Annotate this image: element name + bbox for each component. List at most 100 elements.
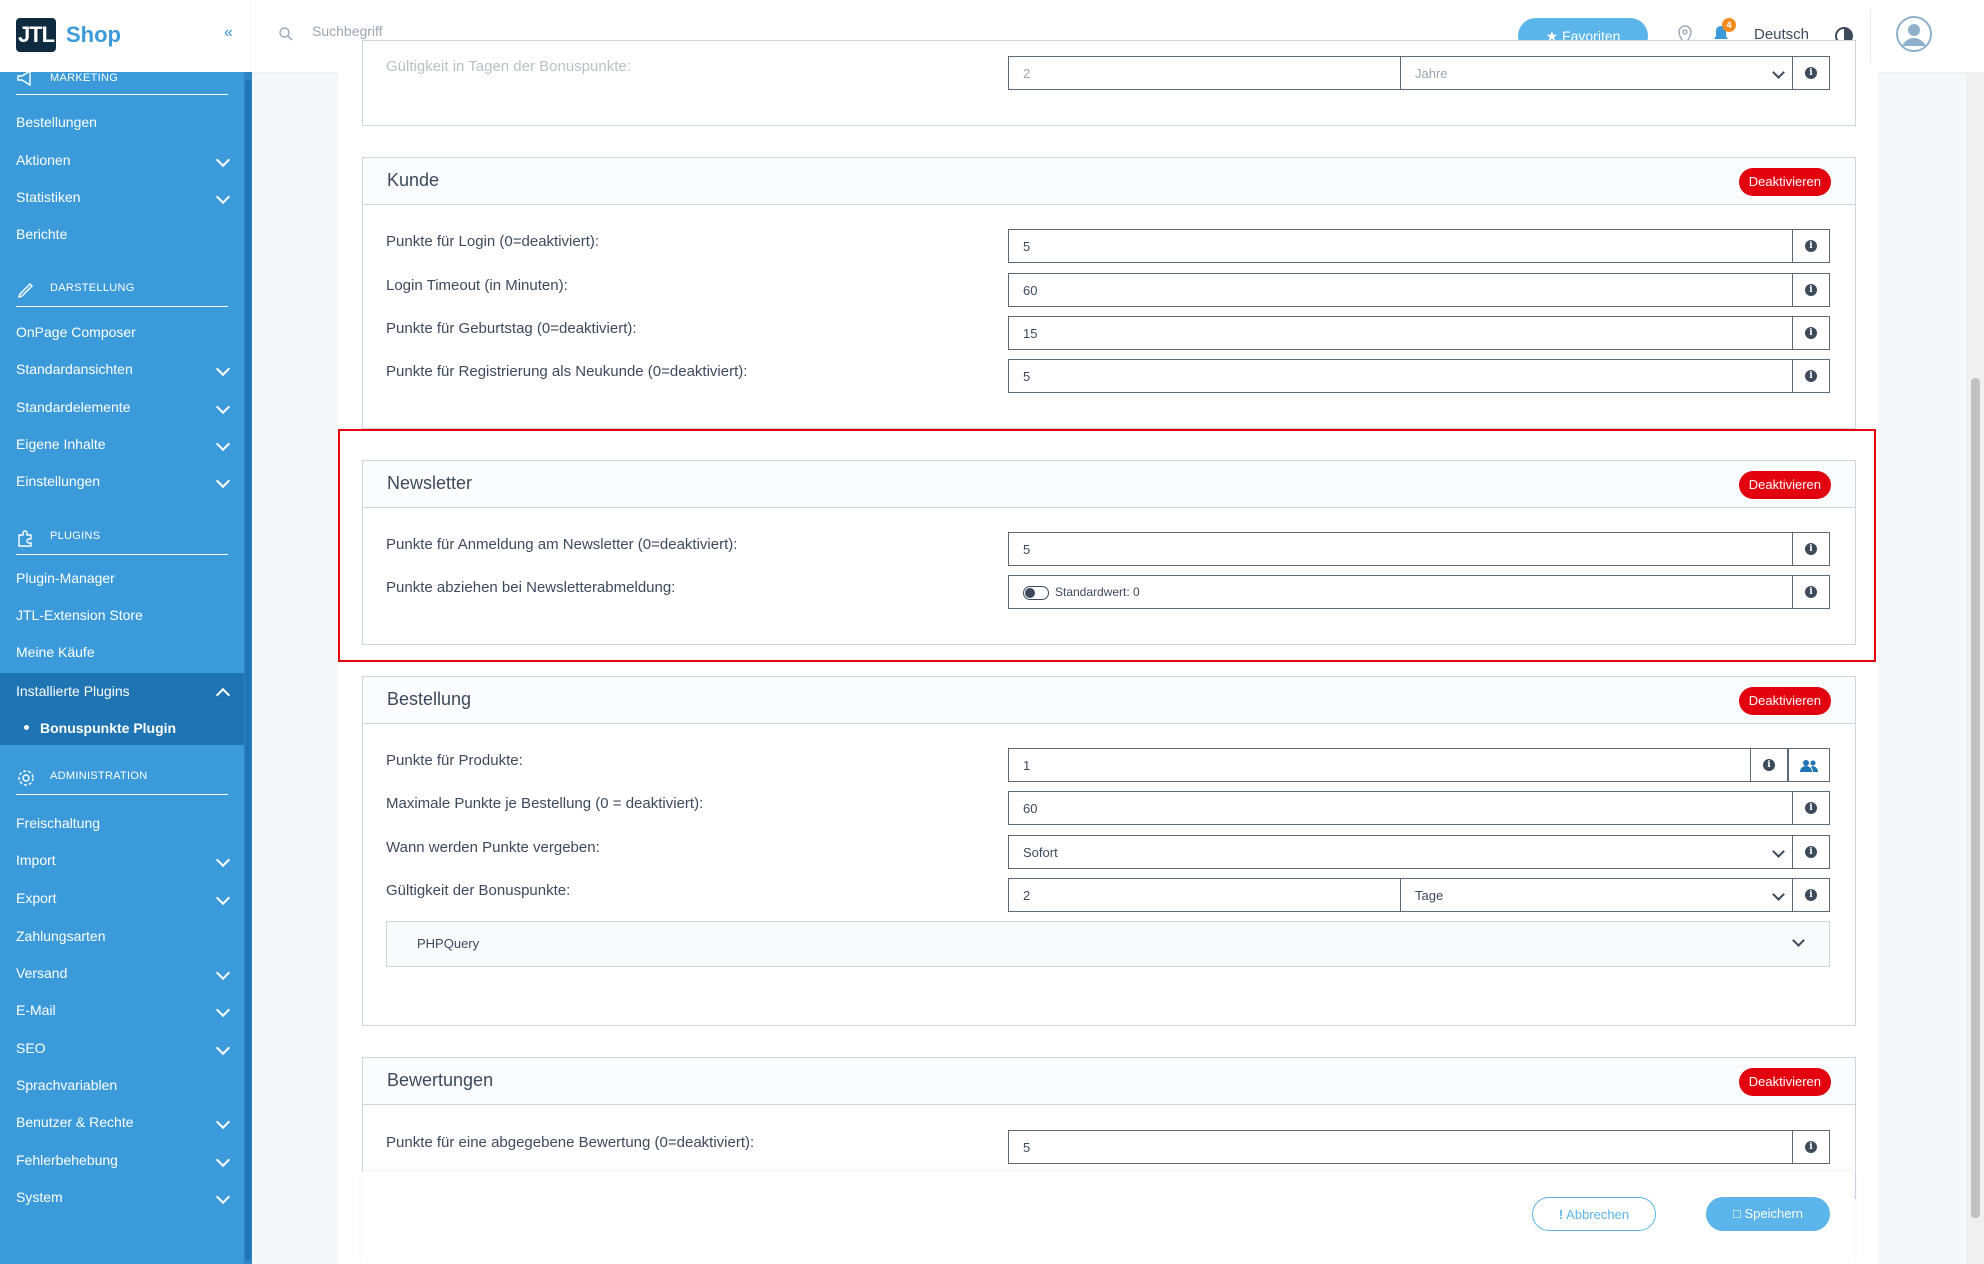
chevron-down-icon [215,399,231,415]
floppy-disk-icon: □ [1732,1206,1741,1221]
phpquery-accordion[interactable]: PHPQuery [386,921,1830,967]
birthday-points-input[interactable]: 15 [1008,316,1794,350]
info-button[interactable]: i [1792,56,1830,90]
registration-points-input[interactable]: 5 [1008,359,1794,393]
field-label: Punkte für eine abgegebene Bewertung (0=… [386,1134,755,1151]
sidebar-item-benutzer[interactable]: Benutzer & Rechte [16,1114,134,1130]
validity-value-input[interactable]: 2 [1008,878,1402,912]
field-value: 2 [1023,66,1031,81]
field-value: 5 [1023,369,1031,384]
field-value: 60 [1023,283,1038,298]
partial-unit-select[interactable]: Jahre [1400,56,1794,90]
sidebar-item-bonuspunkte[interactable]: Bonuspunkte Plugin [40,720,176,736]
chevron-down-icon [215,1002,231,1018]
info-button[interactable]: i [1792,575,1830,609]
info-button[interactable]: i [1792,229,1830,263]
max-points-input[interactable]: 60 [1008,791,1794,825]
sidebar-item-eigene-inhalte[interactable]: Eigene Inhalte [16,436,106,452]
sidebar-item-export[interactable]: Export [16,890,56,906]
section-label: MARKETING [50,72,119,84]
sidebar-item-versand[interactable]: Versand [16,965,67,981]
toggle-switch[interactable] [1023,586,1049,600]
chevron-down-icon [1772,888,1785,901]
product-points-input[interactable]: 1 [1008,748,1752,782]
field-label: Punkte für Login (0=deaktiviert): [386,233,600,250]
info-button[interactable]: i [1792,316,1830,350]
search-icon [279,27,293,41]
chevron-down-icon [215,1114,231,1130]
info-icon: i [1805,284,1817,296]
accordion-label: PHPQuery [417,936,480,951]
section-label: DARSTELLUNG [50,282,135,294]
info-button[interactable]: i [1792,1130,1830,1164]
logo-area: JTL Shop « [0,0,252,72]
sidebar-item-aktionen[interactable]: Aktionen [16,152,70,168]
sidebar-item-bestellungen[interactable]: Bestellungen [16,114,97,130]
sidebar-item-zahlungsarten[interactable]: Zahlungsarten [16,928,106,944]
info-button[interactable]: i [1792,878,1830,912]
info-button[interactable]: i [1792,359,1830,393]
cancel-button[interactable]: ! Abbrechen [1532,1197,1656,1231]
partial-value-field[interactable]: 2 [1008,56,1402,90]
info-icon: i [1805,889,1817,901]
logo[interactable]: JTL [16,18,56,52]
info-button[interactable]: i [1792,532,1830,566]
info-icon: i [1805,802,1817,814]
info-button[interactable]: i [1792,791,1830,825]
sidebar-item-sprachvariablen[interactable]: Sprachvariablen [16,1077,117,1093]
save-button[interactable]: □ Speichern [1706,1197,1830,1231]
notification-badge: 4 [1722,18,1736,32]
sidebar-item-freischaltung[interactable]: Freischaltung [16,815,100,831]
search-input[interactable] [310,22,714,40]
info-icon: i [1805,370,1817,382]
chevron-down-icon [215,1152,231,1168]
login-timeout-input[interactable]: 60 [1008,273,1794,307]
sidebar-item-standardelemente[interactable]: Standardelemente [16,399,130,415]
sidebar-item-plugin-manager[interactable]: Plugin-Manager [16,570,115,586]
award-timing-select[interactable]: Sofort [1008,835,1794,869]
review-points-input[interactable]: 5 [1008,1130,1794,1164]
brush-icon [17,283,33,299]
sidebar-item-fehlerbehebung[interactable]: Fehlerbehebung [16,1152,118,1168]
collapse-sidebar-icon[interactable]: « [224,24,233,42]
scrollbar-thumb[interactable] [1971,378,1980,1218]
info-button[interactable]: i [1750,748,1788,782]
chevron-down-icon [1792,934,1805,947]
sidebar-item-import[interactable]: Import [16,852,56,868]
scrollbar-thumb[interactable] [245,80,251,1260]
info-button[interactable]: i [1792,273,1830,307]
content-scrollbar[interactable] [1966,72,1984,1264]
info-button[interactable]: i [1792,835,1830,869]
deactivate-button[interactable]: Deaktivieren [1738,1068,1831,1096]
sidebar-item-statistiken[interactable]: Statistiken [16,189,81,205]
login-points-input[interactable]: 5 [1008,229,1794,263]
customer-groups-button[interactable] [1788,748,1830,782]
newsletter-points-input[interactable]: 5 [1008,532,1794,566]
sidebar-item-extension-store[interactable]: JTL-Extension Store [16,607,143,623]
select-value: Tage [1415,888,1444,903]
field-value: 5 [1023,239,1031,254]
chevron-down-icon [215,436,231,452]
bullet-icon [24,725,29,730]
sidebar-item-einstellungen[interactable]: Einstellungen [16,473,100,489]
sidebar-item-email[interactable]: E-Mail [16,1002,56,1018]
sidebar-item-seo[interactable]: SEO [16,1040,46,1056]
sidebar-item-berichte[interactable]: Berichte [16,226,67,242]
sidebar-item-system[interactable]: System [16,1189,63,1205]
deactivate-button[interactable]: Deaktivieren [1738,168,1831,196]
sidebar-scrollbar[interactable] [244,0,252,1264]
sidebar-item-installierte-plugins[interactable]: Installierte Plugins [16,683,130,699]
exclamation-icon: ! [1558,1207,1564,1222]
select-value: Jahre [1415,66,1448,81]
section-administration: ADMINISTRATION [16,764,228,795]
avatar[interactable] [1896,16,1932,52]
validity-unit-select[interactable]: Tage [1400,878,1794,912]
sidebar-item-onpage[interactable]: OnPage Composer [16,324,136,340]
field-label: Punkte für Geburtstag (0=deaktiviert): [386,320,637,337]
sidebar-item-standardansichten[interactable]: Standardansichten [16,361,133,377]
deactivate-button[interactable]: Deaktivieren [1738,687,1831,715]
newsletter-unsubscribe-toggle-field[interactable]: Standardwert: 0 [1008,575,1794,609]
sidebar-item-meine-kaeufe[interactable]: Meine Käufe [16,644,95,660]
card-header: Kunde Deaktivieren [363,158,1855,205]
card-header: Bestellung Deaktivieren [363,677,1855,724]
